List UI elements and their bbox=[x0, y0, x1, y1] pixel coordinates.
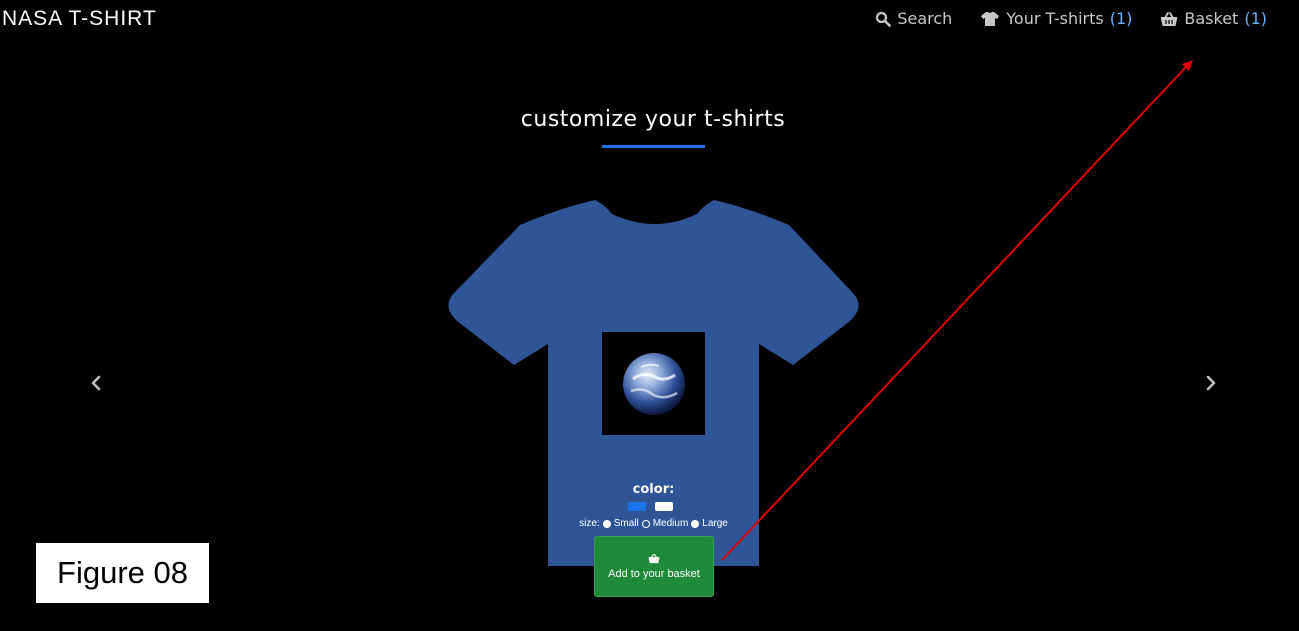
size-radio-large[interactable] bbox=[691, 519, 700, 528]
earth-print-image bbox=[602, 332, 705, 435]
size-option-medium-label: Medium bbox=[652, 518, 689, 529]
add-to-basket-button[interactable]: Add to your basket bbox=[594, 536, 714, 597]
color-swatch-white[interactable] bbox=[655, 502, 673, 511]
size-option-small-label: Small bbox=[613, 518, 639, 529]
size-label: size: bbox=[579, 518, 600, 529]
earth-image bbox=[622, 352, 685, 415]
figure-caption: Figure 08 bbox=[36, 543, 209, 603]
size-radio-medium[interactable] bbox=[641, 519, 650, 528]
size-option-large-label: Large bbox=[702, 518, 728, 529]
basket-icon bbox=[648, 553, 660, 564]
color-swatch-blue[interactable] bbox=[628, 502, 646, 511]
color-label: color: bbox=[632, 482, 675, 497]
size-selector: size: Small Medium Large bbox=[548, 518, 759, 529]
size-radio-small[interactable] bbox=[602, 519, 611, 528]
add-to-basket-label: Add to your basket bbox=[608, 568, 700, 580]
